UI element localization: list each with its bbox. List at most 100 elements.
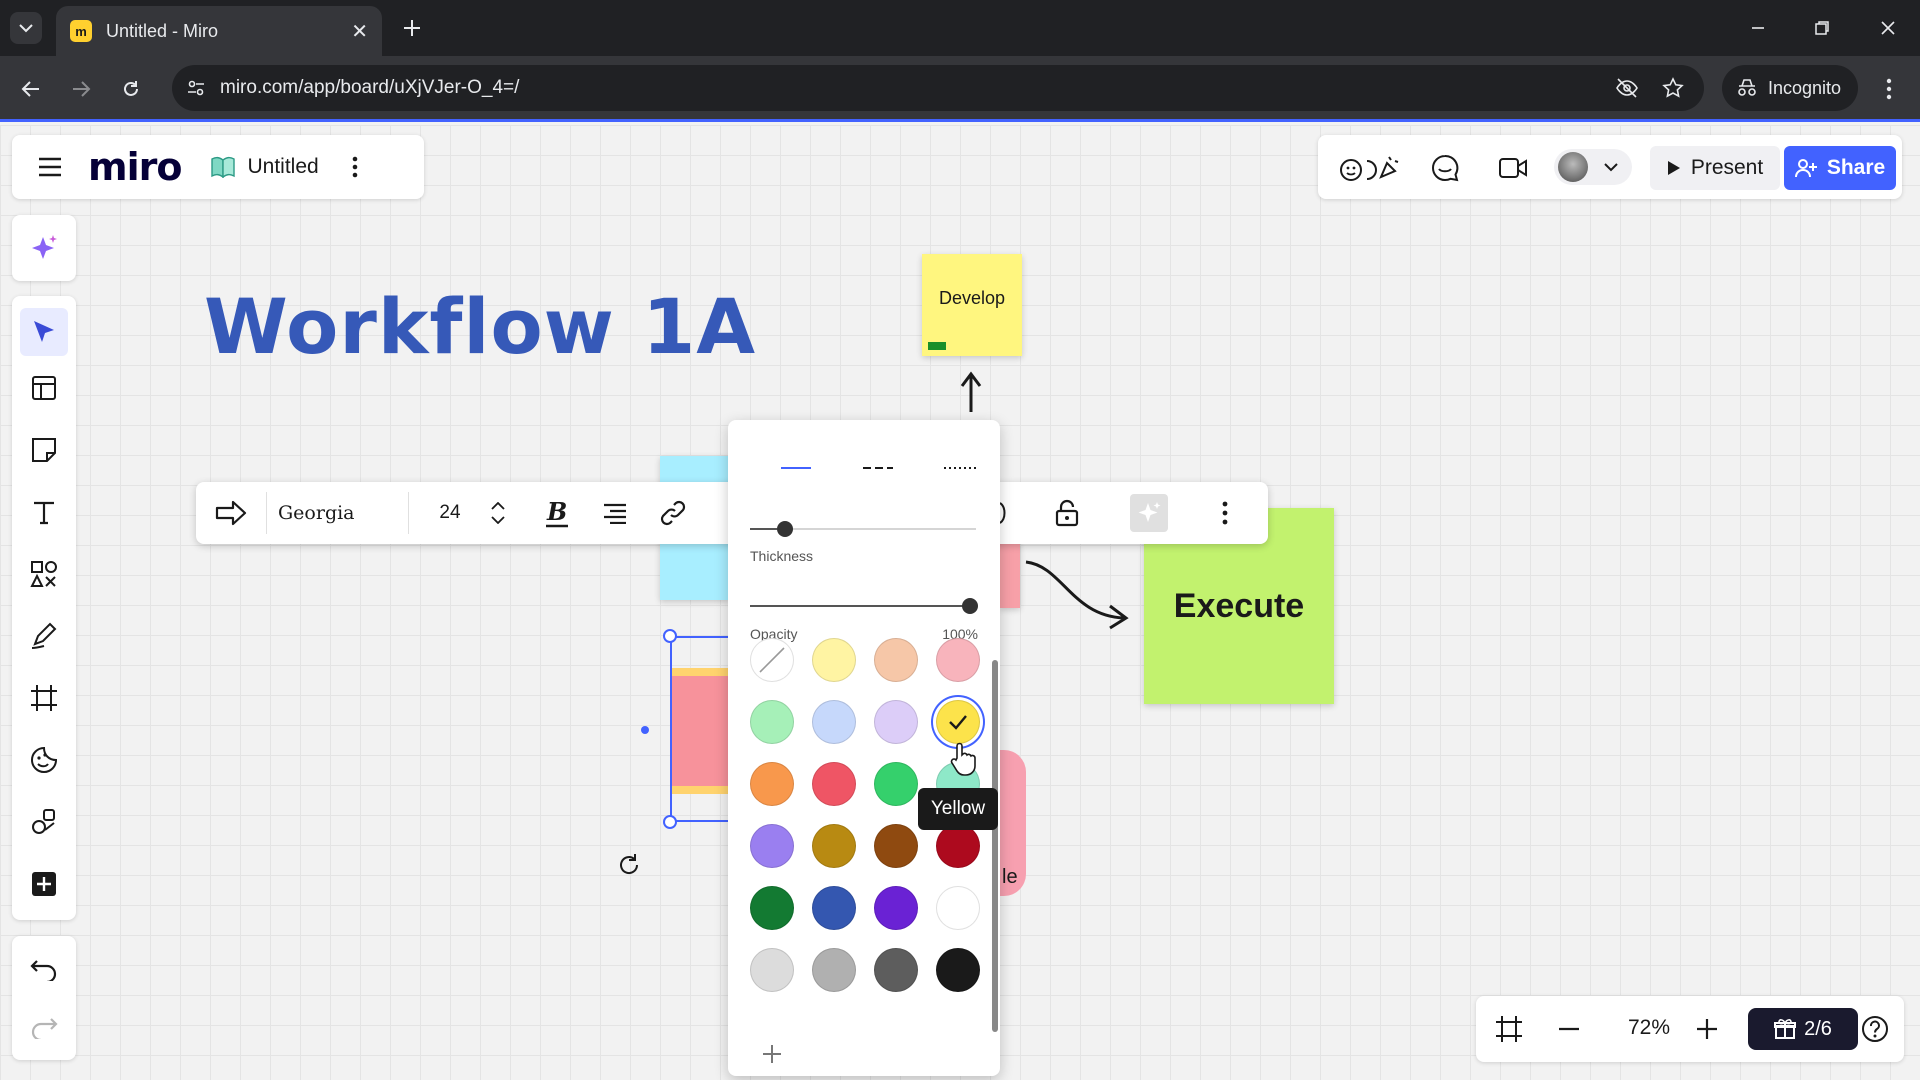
line-style-dashed[interactable] xyxy=(850,456,906,480)
rotate-icon[interactable] xyxy=(616,852,642,878)
palette-scrollbar[interactable] xyxy=(992,660,998,1032)
color-swatch-black[interactable] xyxy=(936,948,980,992)
fit-to-screen-button[interactable] xyxy=(1492,1012,1526,1046)
thickness-slider-thumb[interactable] xyxy=(777,521,793,537)
sticky-note-develop[interactable]: Develop xyxy=(922,254,1022,356)
undo-button[interactable] xyxy=(20,946,68,994)
board-name[interactable]: Untitled xyxy=(247,155,318,179)
tool-stickers[interactable] xyxy=(20,736,68,784)
font-size-stepper[interactable] xyxy=(486,494,510,532)
color-swatch-ochre[interactable] xyxy=(812,824,856,868)
pink-shape-text: le xyxy=(1002,866,1018,888)
plus-square-icon xyxy=(32,872,56,896)
more-options-button[interactable] xyxy=(1210,494,1240,532)
plus-icon xyxy=(1697,1019,1717,1039)
sticky-note-pink[interactable] xyxy=(1000,540,1020,608)
color-swatch-white[interactable] xyxy=(936,886,980,930)
color-swatch-brown[interactable] xyxy=(874,824,918,868)
comments-button[interactable] xyxy=(1428,151,1462,185)
sticky-note-text: Execute xyxy=(1173,586,1305,625)
connection-point[interactable] xyxy=(641,726,649,734)
resize-handle-bottom-left[interactable] xyxy=(663,815,677,829)
present-label: Present xyxy=(1690,156,1764,179)
color-swatch-light-gray[interactable] xyxy=(750,948,794,992)
sticky-tag xyxy=(928,342,946,350)
frames-navigator-button[interactable]: 2/6 xyxy=(1748,1008,1858,1050)
sticky-note-text: Develop xyxy=(938,288,1006,308)
undo-redo-toolbar xyxy=(12,936,76,1060)
redo-button[interactable] xyxy=(20,1004,68,1052)
chevron-up-icon[interactable] xyxy=(491,502,505,510)
connector-type-button[interactable] xyxy=(212,494,250,532)
color-swatch-dark-red[interactable] xyxy=(936,824,980,868)
color-swatch-purple[interactable] xyxy=(874,886,918,930)
board-options-button[interactable] xyxy=(343,151,367,183)
color-swatch-gray[interactable] xyxy=(812,948,856,992)
share-button[interactable]: Share xyxy=(1784,146,1896,190)
text-align-button[interactable] xyxy=(596,494,634,532)
line-style-dotted[interactable] xyxy=(932,456,988,480)
opacity-slider-thumb[interactable] xyxy=(962,598,978,614)
main-menu-button[interactable] xyxy=(34,151,66,183)
ai-assist-button[interactable] xyxy=(12,215,76,281)
zoom-level[interactable]: 72% xyxy=(1616,1016,1682,1040)
link-button[interactable] xyxy=(654,494,692,532)
collaborators-button[interactable] xyxy=(1554,149,1632,185)
zoom-in-button[interactable] xyxy=(1690,1012,1724,1046)
color-swatch-light-violet[interactable] xyxy=(874,700,918,744)
miro-logo[interactable]: miro xyxy=(88,145,182,189)
color-swatch-dark-gray[interactable] xyxy=(874,948,918,992)
more-vertical-icon xyxy=(352,156,357,178)
color-swatch-light-pink[interactable] xyxy=(936,638,980,682)
color-swatch-light-orange[interactable] xyxy=(874,638,918,682)
present-button[interactable]: Present xyxy=(1650,146,1780,190)
plus-icon xyxy=(763,1045,781,1063)
color-swatch-light-yellow[interactable] xyxy=(812,638,856,682)
svg-text:B: B xyxy=(546,498,567,526)
tool-frame[interactable] xyxy=(20,674,68,722)
reactions-button[interactable] xyxy=(1338,151,1400,185)
selection-frame[interactable] xyxy=(670,636,732,822)
color-swatch-violet[interactable] xyxy=(750,824,794,868)
bold-button[interactable]: B xyxy=(538,494,576,532)
ai-action-button[interactable] xyxy=(1130,494,1168,532)
color-swatch-orange[interactable] xyxy=(750,762,794,806)
text-icon xyxy=(34,501,54,525)
color-swatch-yellow[interactable] xyxy=(936,700,980,744)
color-tooltip: Yellow xyxy=(918,788,998,830)
board-header: miro Untitled xyxy=(12,135,424,199)
tool-pen[interactable] xyxy=(20,612,68,660)
color-swatch-red[interactable] xyxy=(812,762,856,806)
tool-templates[interactable] xyxy=(20,364,68,412)
color-swatch-light-blue[interactable] xyxy=(812,700,856,744)
video-call-button[interactable] xyxy=(1496,151,1530,185)
color-swatch-dark-green[interactable] xyxy=(750,886,794,930)
book-icon xyxy=(211,156,236,178)
chevron-down-icon[interactable] xyxy=(491,516,505,524)
font-family-select[interactable]: Georgia xyxy=(278,494,378,532)
opacity-slider[interactable] xyxy=(750,598,978,614)
tool-shapes[interactable] xyxy=(20,550,68,598)
tool-sticky-note[interactable] xyxy=(20,426,68,474)
resize-handle-top-left[interactable] xyxy=(663,629,677,643)
color-swatch-green[interactable] xyxy=(874,762,918,806)
zoom-out-button[interactable] xyxy=(1552,1012,1586,1046)
color-swatch-dark-blue[interactable] xyxy=(812,886,856,930)
link-icon xyxy=(660,500,686,526)
lock-button[interactable] xyxy=(1048,494,1086,532)
font-size-input[interactable]: 24 xyxy=(428,494,472,532)
board-title-text[interactable]: Workflow 1A xyxy=(204,282,756,371)
dotted-line-icon xyxy=(944,467,976,469)
help-button[interactable] xyxy=(1858,1012,1892,1046)
color-swatch-light-green[interactable] xyxy=(750,700,794,744)
chevron-down-icon xyxy=(1604,163,1618,172)
add-custom-color-button[interactable] xyxy=(758,1040,786,1068)
tool-text[interactable] xyxy=(20,488,68,536)
tool-select[interactable] xyxy=(20,308,68,356)
tool-more[interactable] xyxy=(20,860,68,908)
tool-apps[interactable] xyxy=(20,798,68,846)
color-swatch-none[interactable] xyxy=(750,638,794,682)
line-style-solid[interactable] xyxy=(768,456,824,480)
lock-open-icon xyxy=(1055,499,1079,527)
thickness-slider[interactable] xyxy=(750,521,976,537)
